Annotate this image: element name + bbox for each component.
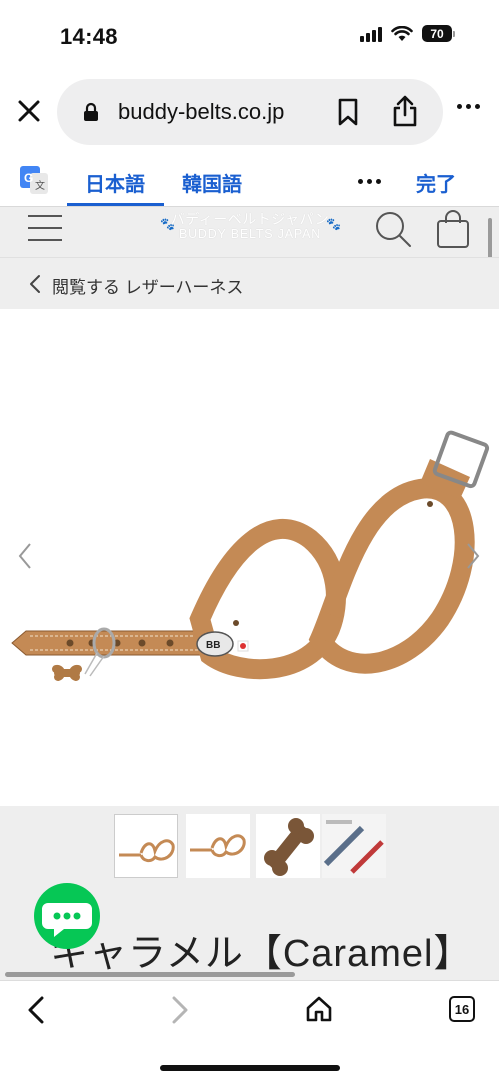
breadcrumb: 閲覧する レザーハーネス — [0, 257, 499, 309]
battery-icon: 70 — [422, 25, 455, 42]
url-field[interactable]: buddy-belts.co.jp — [57, 79, 443, 145]
lock-icon — [84, 102, 98, 121]
close-icon[interactable] — [14, 96, 44, 126]
active-tab-indicator — [67, 203, 164, 206]
home-indicator — [160, 1065, 340, 1071]
url-text: buddy-belts.co.jp — [118, 99, 285, 124]
product-image-carousel[interactable]: BB — [0, 309, 499, 806]
tabs-icon[interactable]: 16 — [449, 996, 475, 1022]
svg-text:BB: BB — [206, 640, 220, 651]
forward-icon[interactable] — [166, 995, 192, 1025]
bookmark-icon[interactable] — [336, 98, 360, 126]
google-translate-icon: G 文 — [20, 166, 48, 194]
translate-more-icon[interactable] — [358, 179, 381, 184]
site-header: 🐾 バディーベルトジャパン BUDDY BELTS JAPAN 🐾 — [0, 207, 499, 257]
harness-image: BB — [11, 430, 490, 681]
site-logo[interactable]: バディーベルトジャパン BUDDY BELTS JAPAN — [150, 211, 350, 241]
status-time: 14:48 — [60, 24, 118, 49]
svg-text:文: 文 — [35, 179, 45, 192]
status-bar: 14:48 70 — [0, 0, 499, 74]
back-icon[interactable] — [24, 995, 50, 1025]
tab-korean[interactable]: 韓国語 — [182, 168, 242, 197]
product-title: キャラメル【Caramel】 — [50, 933, 473, 975]
logo-japanese: バディーベルトジャパン — [170, 211, 330, 227]
tab-japanese[interactable]: 日本語 — [85, 168, 145, 197]
browser-toolbar: 16 — [0, 980, 499, 1080]
svg-text:G: G — [24, 171, 33, 185]
thumbnail-strip — [0, 806, 499, 888]
carousel-next-icon[interactable] — [464, 541, 482, 571]
translate-done-button[interactable]: 完了 — [416, 168, 456, 197]
cart-icon[interactable] — [436, 209, 470, 249]
chevron-left-icon[interactable] — [28, 274, 42, 294]
search-icon[interactable] — [373, 209, 413, 249]
browser-screen: 14:48 70 buddy-belts.co.jp G 文 日本語 韓国語 完… — [0, 0, 499, 1080]
home-icon[interactable] — [304, 994, 334, 1024]
menu-icon[interactable] — [28, 215, 62, 245]
battery-level: 70 — [422, 25, 452, 42]
product-title-area: キャラメル【Caramel】 — [0, 883, 499, 980]
translate-bar: G 文 日本語 韓国語 完了 — [0, 152, 499, 207]
address-bar-row: buddy-belts.co.jp — [0, 74, 499, 152]
wifi-icon — [391, 25, 413, 41]
more-icon[interactable] — [457, 104, 480, 109]
chat-icon[interactable] — [28, 883, 106, 953]
thumbnail-2[interactable] — [186, 814, 250, 878]
share-icon[interactable] — [391, 94, 419, 128]
thumbnail-1[interactable] — [114, 814, 178, 878]
thumbnail-4[interactable] — [322, 814, 386, 878]
breadcrumb-link[interactable]: 閲覧する レザーハーネス — [52, 273, 243, 298]
status-icons: 70 — [360, 25, 455, 42]
paw-icon: 🐾 — [326, 217, 341, 231]
bone-tag-icon — [52, 664, 82, 681]
horizontal-scroll-indicator — [5, 972, 295, 977]
signal-icon — [360, 26, 382, 42]
logo-english: BUDDY BELTS JAPAN — [178, 227, 322, 242]
thumbnail-3[interactable] — [256, 814, 320, 878]
